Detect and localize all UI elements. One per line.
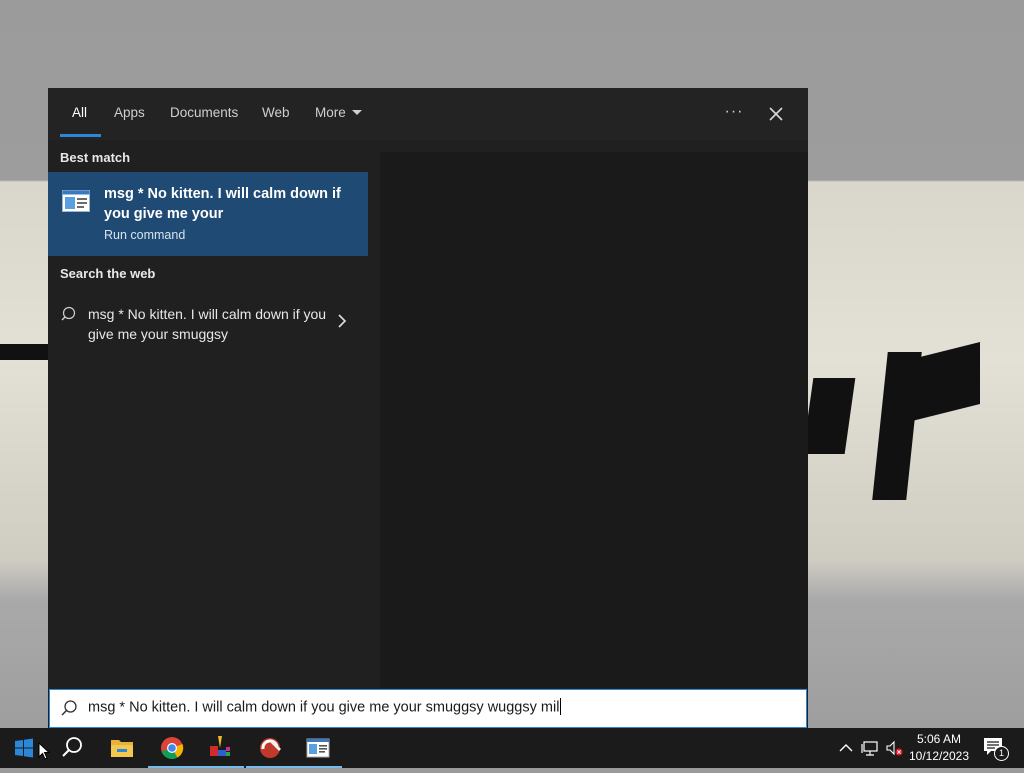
- text-caret: [560, 698, 562, 715]
- close-button[interactable]: [760, 98, 792, 130]
- active-tab-indicator: [60, 134, 101, 137]
- taskbar-file-explorer[interactable]: [98, 728, 146, 768]
- tab-web[interactable]: Web: [250, 88, 302, 140]
- filter-tabs: All Apps Documents Web More ···: [48, 88, 808, 140]
- search-icon: [62, 737, 82, 757]
- clock-date: 10/12/2023: [908, 749, 970, 763]
- search-input[interactable]: msg * No kitten. I will calm down if you…: [49, 689, 807, 728]
- web-search-icon: [61, 306, 76, 321]
- taskbar: 5:06 AM 10/12/2023 1: [0, 728, 1024, 768]
- chevron-right-icon[interactable]: [336, 314, 348, 328]
- network-icon[interactable]: [860, 738, 880, 758]
- taskbar-document-viewer[interactable]: [294, 728, 342, 768]
- search-icon: [61, 700, 77, 716]
- tab-documents[interactable]: Documents: [158, 88, 250, 140]
- search-query-text: msg * No kitten. I will calm down if you…: [88, 699, 560, 716]
- close-icon: [769, 107, 783, 121]
- taskbar-paint-app[interactable]: [196, 728, 244, 768]
- action-center-button[interactable]: 1: [982, 736, 1009, 761]
- wallpaper-shape: [0, 344, 48, 360]
- notification-count-badge: 1: [994, 746, 1009, 761]
- paint-app-icon: [210, 736, 230, 756]
- best-match-subtitle: Run command: [104, 228, 186, 242]
- tab-apps[interactable]: Apps: [102, 88, 157, 140]
- search-query: msg * No kitten. I will calm down if you…: [88, 698, 562, 716]
- tab-more[interactable]: More: [303, 88, 374, 140]
- taskbar-ccleaner[interactable]: [246, 728, 294, 768]
- preview-pane: [380, 152, 808, 688]
- taskbar-chrome[interactable]: [148, 728, 196, 768]
- chevron-up-icon[interactable]: [836, 738, 856, 758]
- ccleaner-icon: [260, 738, 281, 758]
- chrome-icon: [161, 737, 184, 760]
- document-viewer-icon: [306, 738, 330, 758]
- best-match-title: msg * No kitten. I will calm down if you…: [104, 186, 341, 222]
- clock-time: 5:06 AM: [916, 732, 962, 746]
- run-command-icon: [62, 190, 90, 212]
- tab-all[interactable]: All: [60, 88, 99, 140]
- tab-more-label: More: [315, 105, 346, 120]
- caret-down-icon: [351, 109, 362, 115]
- search-web-heading: Search the web: [60, 266, 156, 281]
- web-search-result[interactable]: msg * No kitten. I will calm down if you…: [48, 296, 368, 352]
- best-match-heading: Best match: [60, 150, 131, 165]
- mouse-pointer-icon: [38, 742, 50, 760]
- system-clock[interactable]: 5:06 AM 10/12/2023: [900, 731, 978, 765]
- wallpaper-shape: [802, 378, 856, 454]
- taskbar-search-button[interactable]: [48, 728, 96, 768]
- web-search-text: msg * No kitten. I will calm down if you…: [88, 306, 327, 342]
- best-match-result[interactable]: msg * No kitten. I will calm down if you…: [48, 172, 368, 256]
- results-pane: Best match msg * No kitten. I will calm …: [48, 140, 368, 688]
- more-options-button[interactable]: ···: [718, 88, 750, 140]
- search-flyout: All Apps Documents Web More ··· Best mat…: [48, 88, 808, 728]
- file-explorer-icon: [111, 740, 133, 757]
